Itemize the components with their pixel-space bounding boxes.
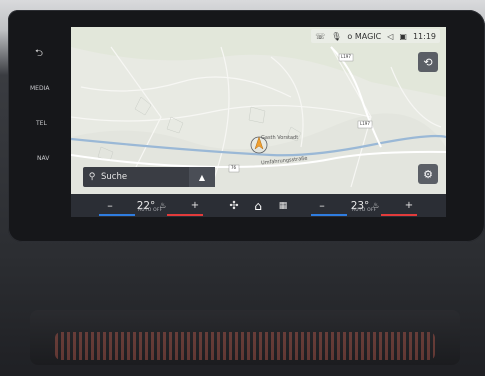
side-item-nav[interactable]: NAV	[37, 155, 49, 162]
fan-icon[interactable]: ✣	[226, 194, 242, 217]
search-icon: ⚲	[88, 172, 96, 182]
side-item-media[interactable]: MEDIA	[30, 85, 49, 92]
right-temperature: 23°	[350, 199, 370, 212]
left-temperature: 22°	[136, 199, 156, 212]
road-badge: L197	[341, 54, 351, 59]
microphone-icon: 🎙	[331, 31, 342, 41]
climate-bar: – 22° ♨ AUTO OFF + ✣ ⌂ ▦ – 23° ♨ AUTO OF…	[71, 194, 446, 217]
speaker-icon: ◁	[387, 31, 394, 41]
search-field[interactable]: ⚲ Suche ▲	[83, 167, 215, 187]
right-auto-status: AUTO OFF	[352, 208, 377, 213]
map-label-place: Gasth Vorstadt	[261, 135, 299, 141]
navigation-map[interactable]	[71, 27, 446, 217]
left-warm-bar	[167, 214, 203, 216]
left-cool-bar	[99, 214, 135, 216]
compass-icon: ⟲	[423, 55, 433, 69]
side-item-tel[interactable]: TEL	[36, 120, 47, 127]
connection-label: o MAGIC	[347, 31, 382, 41]
screen-icon: ▣	[399, 31, 407, 41]
recenter-button[interactable]: ⟲	[418, 52, 438, 72]
left-auto-status: AUTO OFF	[138, 208, 163, 213]
road-badge: L197	[360, 121, 370, 126]
infotainment-screen: Gasth Vorstadt Umfahrungsstraße L197 L19…	[71, 27, 446, 217]
status-bar: ☏ 🎙 o MAGIC ◁ ▣ 11:19	[311, 29, 440, 43]
road-badge: 76	[231, 165, 237, 170]
search-placeholder: Suche	[101, 172, 128, 182]
right-warm-bar	[381, 214, 417, 216]
home-icon[interactable]: ⌂	[249, 194, 267, 217]
right-cool-bar	[311, 214, 347, 216]
gear-icon: ⚙	[423, 167, 433, 181]
chevron-up-icon[interactable]: ▲	[189, 167, 215, 187]
phone-icon: ☏	[315, 31, 326, 41]
ambient-light-strip	[55, 332, 435, 360]
map-settings-button[interactable]: ⚙	[418, 164, 438, 184]
back-arrow-icon[interactable]: ⮌	[35, 46, 43, 63]
apps-grid-icon[interactable]: ▦	[275, 194, 291, 217]
clock: 11:19	[412, 31, 436, 41]
